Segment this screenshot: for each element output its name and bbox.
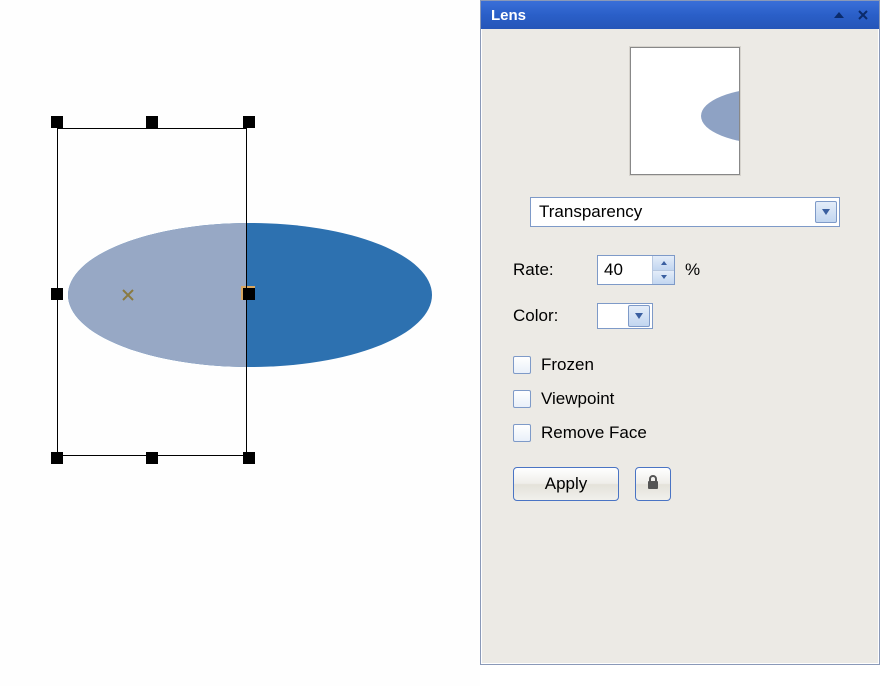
close-icon[interactable] — [853, 6, 873, 24]
selection-handle-sw[interactable] — [51, 452, 63, 464]
selection-handle-nw[interactable] — [51, 116, 63, 128]
lens-selection-rect[interactable] — [57, 128, 247, 456]
lock-icon — [646, 474, 660, 495]
viewpoint-checkbox[interactable] — [513, 390, 531, 408]
remove-face-checkbox[interactable] — [513, 424, 531, 442]
spinner-up-icon[interactable] — [653, 256, 674, 271]
remove-face-label: Remove Face — [541, 423, 647, 443]
lock-button[interactable] — [635, 467, 671, 501]
viewpoint-label: Viewpoint — [541, 389, 614, 409]
panel-title: Lens — [491, 7, 825, 24]
apply-button[interactable]: Apply — [513, 467, 619, 501]
panel-body: Transparency Rate: 40 % — [481, 29, 879, 523]
lens-type-select[interactable]: Transparency — [530, 197, 840, 227]
frozen-checkbox[interactable] — [513, 356, 531, 374]
panel-titlebar[interactable]: Lens — [481, 1, 879, 29]
lens-docker-panel: Lens Transparency Rate: — [480, 0, 880, 665]
rate-unit: % — [685, 260, 700, 280]
color-picker[interactable] — [597, 303, 653, 329]
rate-spinner[interactable]: 40 — [597, 255, 675, 285]
document-canvas[interactable] — [0, 0, 480, 686]
collapse-icon[interactable] — [829, 6, 849, 24]
selection-handle-e[interactable] — [243, 288, 255, 300]
rate-label: Rate: — [513, 260, 583, 280]
frozen-label: Frozen — [541, 355, 594, 375]
chevron-down-icon[interactable] — [628, 305, 650, 327]
selection-handle-w[interactable] — [51, 288, 63, 300]
selection-handle-s[interactable] — [146, 452, 158, 464]
spinner-down-icon[interactable] — [653, 271, 674, 285]
lens-type-value: Transparency — [539, 202, 815, 222]
rate-value[interactable]: 40 — [598, 256, 652, 284]
selection-handle-n[interactable] — [146, 116, 158, 128]
apply-button-label: Apply — [545, 474, 588, 494]
selection-handle-se[interactable] — [243, 452, 255, 464]
lens-preview — [630, 47, 740, 175]
color-label: Color: — [513, 306, 583, 326]
color-chip — [600, 307, 626, 325]
selection-handle-ne[interactable] — [243, 116, 255, 128]
chevron-down-icon[interactable] — [815, 201, 837, 223]
